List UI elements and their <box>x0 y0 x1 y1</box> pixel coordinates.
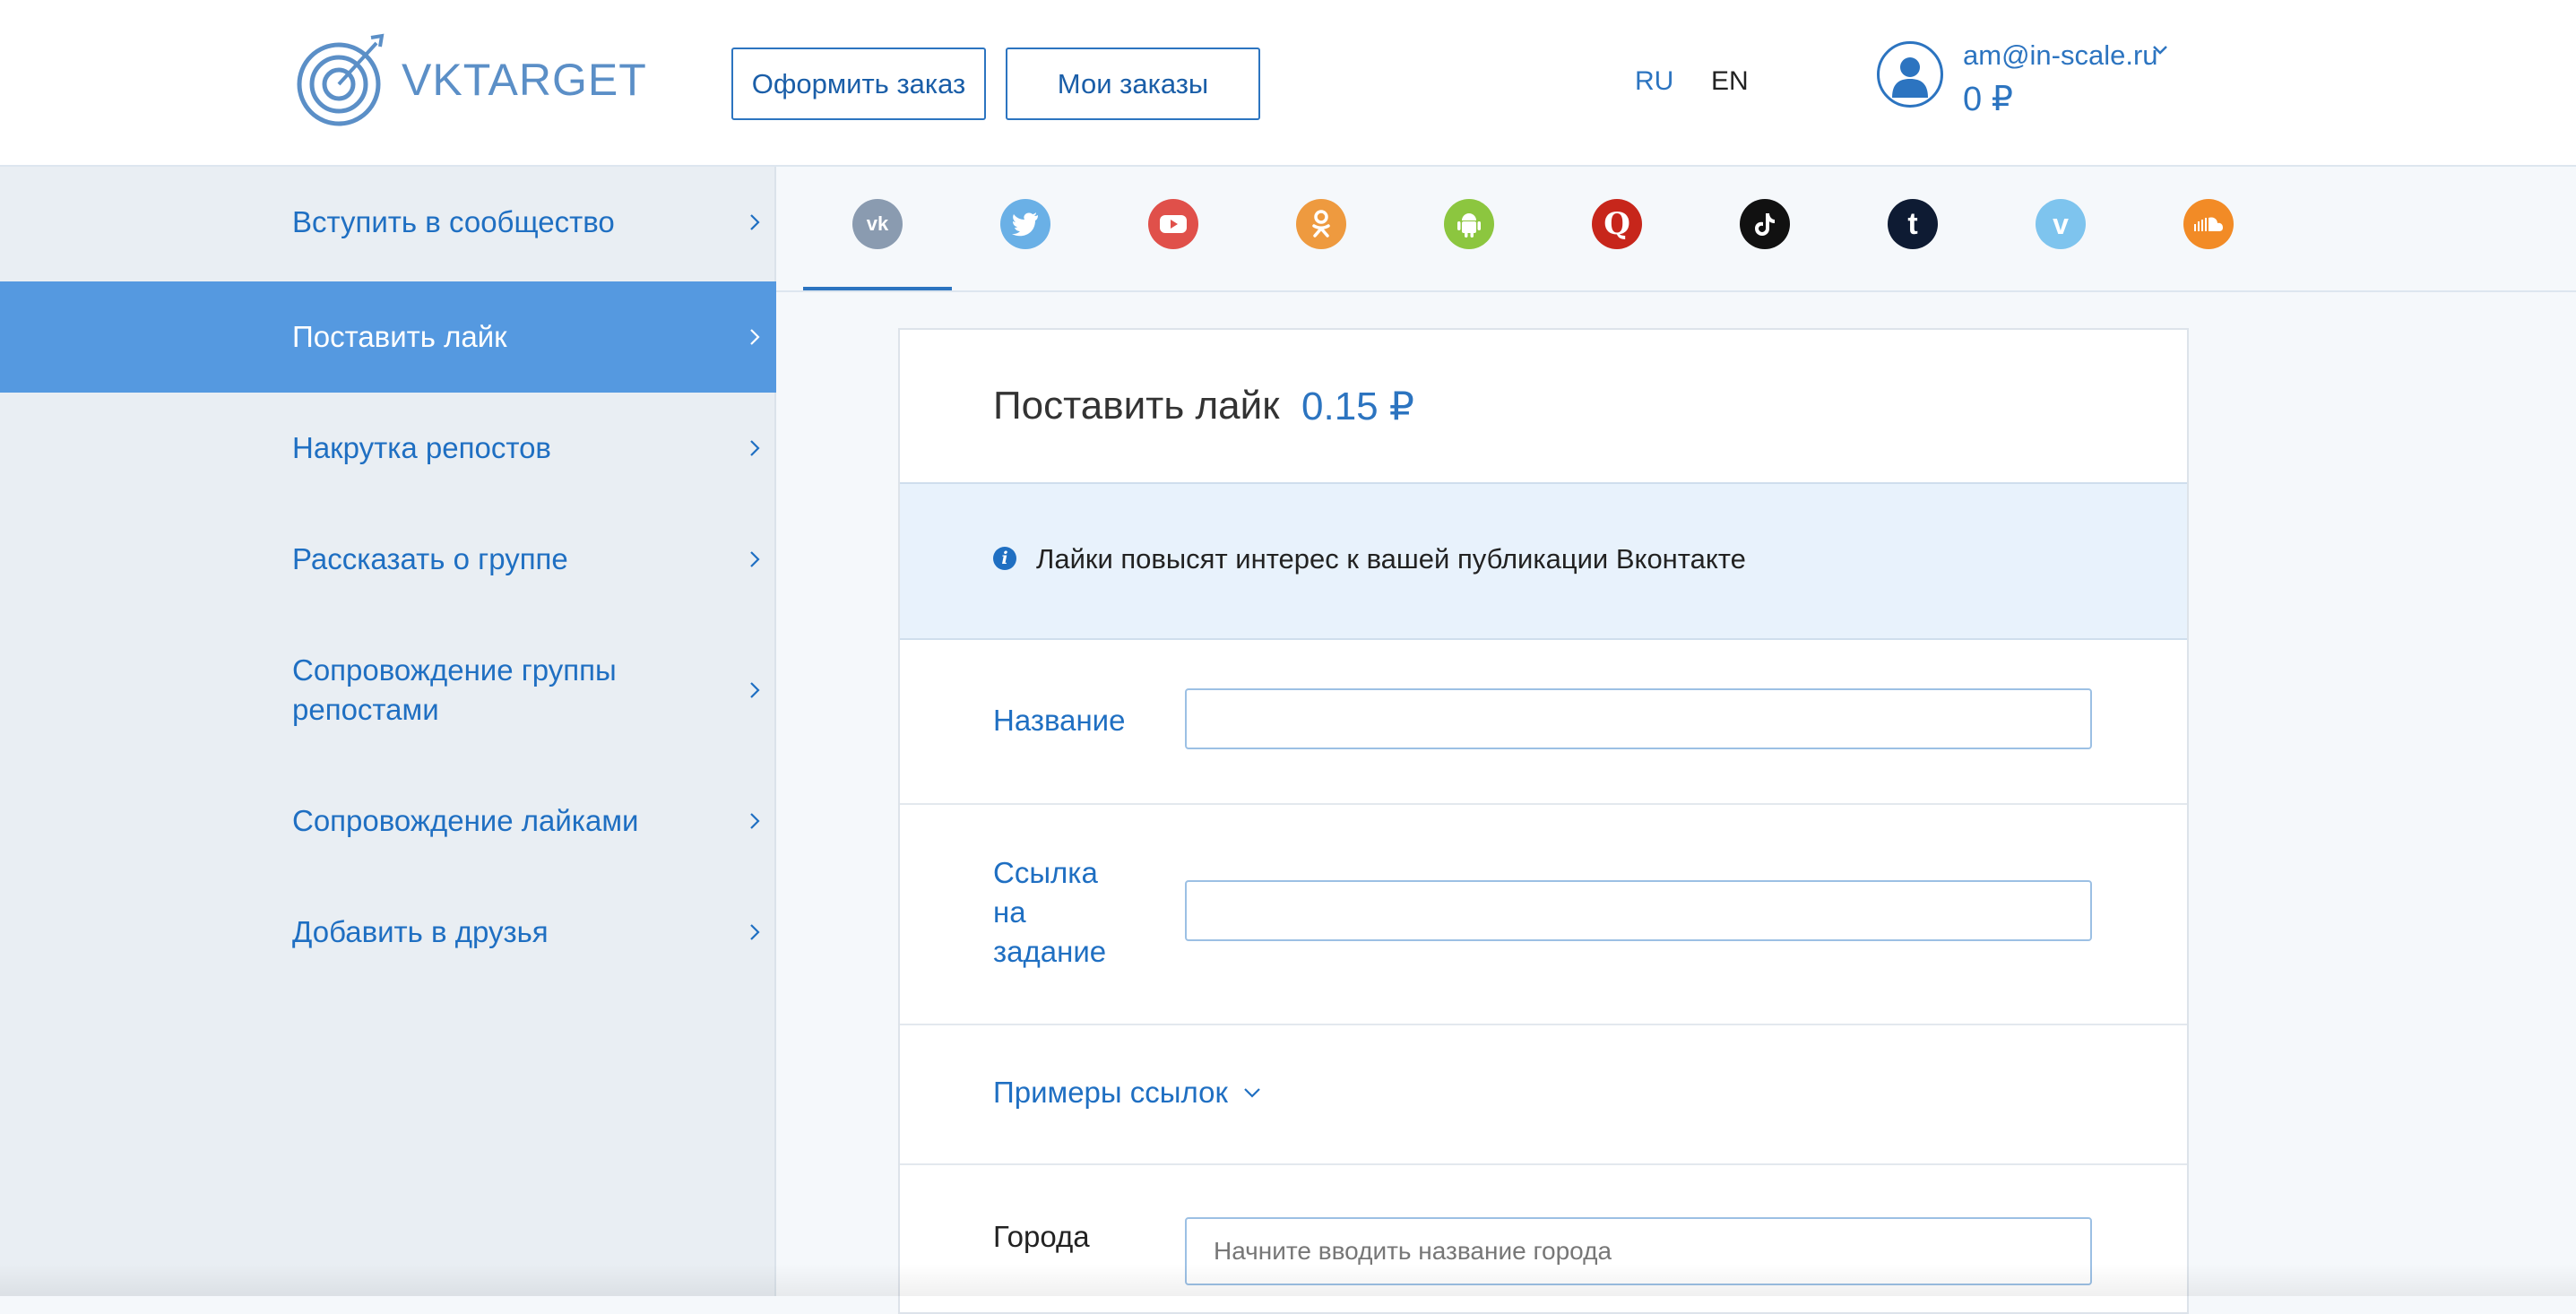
sidebar: Вступить в сообщество Поставить лайк Нак… <box>0 167 776 1296</box>
sidebar-item-add-friends[interactable]: Добавить в друзья <box>0 877 776 988</box>
task-link-input[interactable] <box>1185 880 2092 941</box>
row-divider <box>900 1163 2187 1165</box>
logo-text-vk: VK <box>402 55 463 105</box>
chevron-right-icon <box>750 682 760 698</box>
social-network-tabs: vk Q t v <box>776 167 2576 292</box>
chevron-down-icon[interactable] <box>2149 39 2171 61</box>
task-link-label-line: на <box>993 895 1026 929</box>
logo-text-target: TARGET <box>462 55 647 105</box>
sidebar-item-label: Вступить в сообщество <box>292 205 615 238</box>
sidebar-item-likes-support[interactable]: Сопровождение лайками <box>0 765 776 877</box>
bottom-shadow <box>0 1264 2576 1296</box>
chevron-right-icon <box>750 813 760 829</box>
chevron-right-icon <box>750 329 760 345</box>
sidebar-item-label: Сопровождение лайками <box>292 804 639 837</box>
name-input[interactable] <box>1185 688 2092 749</box>
header: VKTARGET Оформить заказ Мои заказы RU EN… <box>0 0 2576 167</box>
sidebar-item-group-reposts-support[interactable]: Сопровождение группы репостами <box>0 615 776 765</box>
sidebar-item-label: Поставить лайк <box>292 320 507 353</box>
tiktok-icon[interactable] <box>1740 199 1790 249</box>
chevron-down-icon <box>1244 1088 1260 1098</box>
chevron-right-icon <box>750 924 760 940</box>
name-field-label: Название <box>993 704 1126 737</box>
chevron-right-icon <box>750 551 760 567</box>
sidebar-item-label: Рассказать о группе <box>292 542 568 575</box>
link-examples-toggle[interactable]: Примеры ссылок <box>993 1076 1262 1110</box>
form-title: Поставить лайк <box>993 384 1280 428</box>
user-email[interactable]: am@in-scale.ru <box>1963 39 2158 72</box>
chevron-right-icon <box>750 440 760 456</box>
info-banner: i Лайки повысят интерес к вашей публикац… <box>900 482 2187 640</box>
logo[interactable]: VKTARGET <box>294 29 647 131</box>
active-tab-indicator <box>803 287 952 290</box>
sidebar-item-label: Сопровождение группы репостами <box>292 653 617 726</box>
user-avatar-icon[interactable] <box>1877 41 1943 108</box>
user-balance: 0 ₽ <box>1963 81 2013 118</box>
chevron-right-icon <box>750 214 760 230</box>
sidebar-item-tell-about-group[interactable]: Рассказать о группе <box>0 504 776 615</box>
android-icon[interactable] <box>1444 199 1494 249</box>
youtube-icon[interactable] <box>1148 199 1198 249</box>
form-price: 0.15 ₽ <box>1301 385 1414 428</box>
odnoklassniki-icon[interactable] <box>1296 199 1346 249</box>
target-logo-icon <box>297 33 385 126</box>
create-order-button[interactable]: Оформить заказ <box>731 48 986 120</box>
soundcloud-icon[interactable] <box>2183 199 2234 249</box>
vimeo-icon[interactable]: v <box>2036 199 2086 249</box>
sidebar-item-label: Накрутка репостов <box>292 431 551 464</box>
my-orders-button[interactable]: Мои заказы <box>1006 48 1260 120</box>
sidebar-item-join-community[interactable]: Вступить в сообщество <box>0 167 776 278</box>
info-icon: i <box>993 547 1016 570</box>
row-divider <box>900 1024 2187 1025</box>
quora-icon[interactable]: Q <box>1592 199 1642 249</box>
lang-en-link[interactable]: EN <box>1711 66 1749 97</box>
sidebar-item-label: Добавить в друзья <box>292 915 549 948</box>
task-link-label-line: задание <box>993 935 1107 968</box>
row-divider <box>900 803 2187 805</box>
vk-icon[interactable]: vk <box>852 199 903 249</box>
sidebar-item-like[interactable]: Поставить лайк <box>0 281 776 393</box>
sidebar-item-reposts[interactable]: Накрутка репостов <box>0 393 776 504</box>
task-link-label-line: Ссылка <box>993 856 1098 889</box>
info-text: Лайки повысят интерес к вашей публикации… <box>1036 543 1746 575</box>
lang-ru-link[interactable]: RU <box>1635 66 1673 97</box>
logo-text: VKTARGET <box>402 54 647 106</box>
task-link-field-label: Ссылка на задание <box>993 853 1106 972</box>
order-form-card: Поставить лайк 0.15 ₽ i Лайки повысят ин… <box>898 328 2189 1314</box>
tumblr-icon[interactable]: t <box>1888 199 1938 249</box>
twitter-icon[interactable] <box>1000 199 1050 249</box>
link-examples-label: Примеры ссылок <box>993 1076 1228 1109</box>
cities-field-label: Города <box>993 1220 1090 1253</box>
